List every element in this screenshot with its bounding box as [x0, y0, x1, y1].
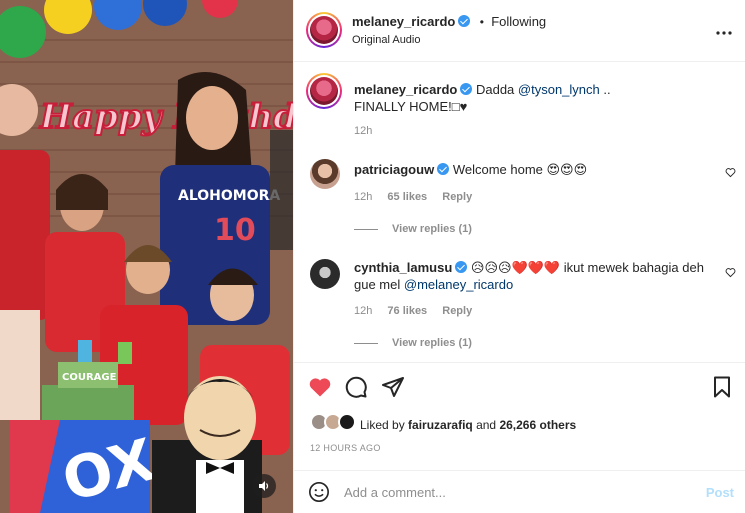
caption-line2: FINALLY HOME!□♥: [354, 99, 468, 114]
avatar: [338, 413, 356, 431]
post-media[interactable]: Happy Birthday ALOHOMORA 10 COURAGE OX: [0, 0, 293, 513]
likes-prefix: Liked by: [360, 418, 405, 432]
bookmark-icon[interactable]: [710, 375, 734, 399]
likes-summary: Liked by fairuzarafiq and 26,266 others: [360, 418, 576, 432]
party-photo: Happy Birthday ALOHOMORA 10 COURAGE OX: [0, 0, 293, 513]
comment-input[interactable]: [344, 479, 674, 505]
verified-icon: [437, 163, 450, 175]
verified-icon: [455, 261, 468, 273]
emoji-icon[interactable]: [308, 481, 330, 503]
speaker-icon: [259, 481, 269, 491]
view-replies-button[interactable]: View replies (1): [354, 223, 472, 235]
send-icon[interactable]: [381, 375, 405, 399]
likes-and: and: [476, 418, 497, 432]
caption-avatar[interactable]: [306, 73, 342, 109]
caption-ellipsis: ..: [603, 82, 611, 97]
author-avatar[interactable]: [306, 12, 342, 48]
more-horizontal-icon[interactable]: [716, 22, 732, 40]
reply-button[interactable]: Reply: [442, 191, 472, 203]
author-username[interactable]: melaney_ricardo: [352, 14, 455, 29]
comment-time[interactable]: 12h: [354, 191, 372, 203]
separator: •: [479, 15, 484, 29]
comment-icon[interactable]: [344, 375, 368, 399]
comment-text: Welcome home 😍😍😍: [452, 162, 588, 177]
verified-icon: [458, 15, 471, 27]
liker-username[interactable]: fairuzarafiq: [408, 418, 473, 432]
comment-mention[interactable]: @melaney_ricardo: [404, 277, 513, 292]
post-panel: melaney_ricardo • Following Original Aud…: [293, 0, 745, 513]
likes-others-button[interactable]: 26,266 others: [499, 418, 576, 432]
comment-username[interactable]: cynthia_lamusu: [354, 260, 452, 275]
comment-like-icon[interactable]: [725, 167, 736, 178]
view-replies-button[interactable]: View replies (1): [354, 337, 472, 349]
reply-button[interactable]: Reply: [442, 305, 472, 317]
commenter-avatar[interactable]: [310, 159, 340, 189]
comment-likes[interactable]: 76 likes: [387, 305, 427, 317]
audio-toggle-button[interactable]: [252, 474, 276, 498]
post-button[interactable]: Post: [706, 485, 734, 500]
heart-filled-icon[interactable]: [308, 375, 332, 399]
comments-list[interactable]: melaney_ricardo Dadda @tyson_lynch .. FI…: [294, 63, 745, 361]
comment-like-icon[interactable]: [725, 267, 736, 278]
shirt-number: 10: [214, 213, 256, 248]
caption-time[interactable]: 12h: [354, 125, 372, 137]
post-header: melaney_ricardo • Following Original Aud…: [294, 0, 745, 62]
banner-text: Happy Birthday: [39, 97, 293, 137]
caption-username[interactable]: melaney_ricardo: [354, 82, 457, 97]
audio-label[interactable]: Original Audio: [352, 34, 421, 46]
comment-composer: Post: [294, 470, 745, 513]
post-timestamp[interactable]: 12 HOURS AGO: [310, 443, 381, 453]
comment-likes[interactable]: 65 likes: [387, 191, 427, 203]
comment-username[interactable]: patriciagouw: [354, 162, 434, 177]
shirt-text: ALOHOMORA: [178, 188, 280, 204]
following-button[interactable]: Following: [491, 14, 546, 29]
action-bar: Liked by fairuzarafiq and 26,266 others …: [294, 362, 745, 470]
cake-label: COURAGE: [62, 372, 117, 383]
comment-time[interactable]: 12h: [354, 305, 372, 317]
caption-mention[interactable]: @tyson_lynch: [518, 82, 600, 97]
commenter-avatar[interactable]: [310, 259, 340, 289]
verified-icon: [460, 83, 473, 95]
caption-text: Dadda: [475, 82, 515, 97]
